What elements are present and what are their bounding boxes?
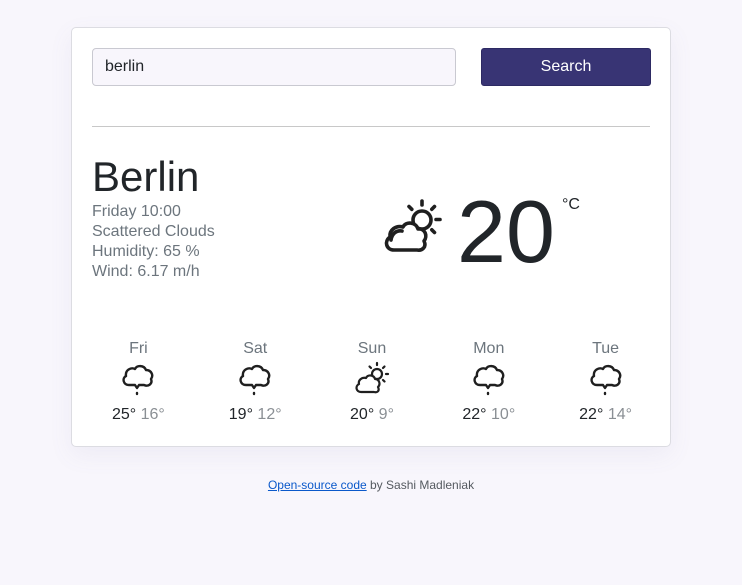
forecast-day-name: Sat xyxy=(243,340,268,357)
forecast-high: 25° xyxy=(111,406,137,423)
partly-cloudy-icon xyxy=(384,199,442,252)
current-details: Friday 10:00 Scattered Clouds Humidity: … xyxy=(92,202,215,282)
forecast-day: Sat 19° 12° xyxy=(197,339,314,429)
forecast-list: Fri 25° 16° Sat 19° 12° Sun 20° 9° Mon 2… xyxy=(80,339,664,429)
footer: Open-source code by Sashi Madleniak xyxy=(0,478,742,492)
footer-author: by Sashi Madleniak xyxy=(366,478,475,492)
forecast-day: Tue 22° 14° xyxy=(547,339,664,429)
search-button[interactable]: Search xyxy=(481,48,651,86)
current-wind: Wind: 6.17 m/h xyxy=(92,263,200,280)
temperature-unit: °C xyxy=(562,196,580,213)
weather-card: Search Berlin Friday 10:00 Scattered Clo… xyxy=(71,27,671,447)
forecast-low: 14° xyxy=(607,406,633,423)
forecast-high: 22° xyxy=(462,406,487,423)
forecast-temps: 20° 9° xyxy=(350,405,394,425)
forecast-high: 22° xyxy=(579,406,604,423)
forecast-day: Fri 25° 16° xyxy=(80,339,197,429)
forecast-day: Sun 20° 9° xyxy=(314,339,431,429)
forecast-low: 16° xyxy=(140,406,165,423)
forecast-low: 12° xyxy=(257,406,282,423)
cloud-drizzle-icon xyxy=(122,364,154,396)
forecast-day-name: Tue xyxy=(592,340,620,357)
current-humidity: Humidity: 65 % xyxy=(92,243,200,260)
forecast-temps: 25° 16° xyxy=(112,405,165,425)
city-search-input[interactable] xyxy=(92,48,456,86)
forecast-day: Mon 22° 10° xyxy=(430,339,547,429)
forecast-day-name: Mon xyxy=(473,340,505,357)
forecast-temps: 22° 14° xyxy=(579,405,632,425)
forecast-day-name: Sun xyxy=(357,340,387,357)
forecast-temps: 22° 10° xyxy=(462,405,515,425)
forecast-low: 10° xyxy=(491,406,516,423)
current-description: Scattered Clouds xyxy=(92,223,215,240)
partly-cloudy-icon xyxy=(355,361,390,394)
current-temperature: 20 xyxy=(457,182,555,281)
cloud-drizzle-icon xyxy=(239,364,271,396)
forecast-low: 9° xyxy=(378,406,394,423)
current-datetime: Friday 10:00 xyxy=(92,203,181,220)
divider xyxy=(92,126,650,127)
cloud-drizzle-icon xyxy=(589,364,621,396)
forecast-temps: 19° 12° xyxy=(229,405,282,425)
source-code-link[interactable]: Open-source code xyxy=(268,478,367,492)
forecast-day-name: Fri xyxy=(129,340,148,357)
cloud-drizzle-icon xyxy=(473,364,505,396)
city-name: Berlin xyxy=(92,153,200,200)
forecast-high: 20° xyxy=(350,406,375,423)
forecast-high: 19° xyxy=(228,406,253,423)
